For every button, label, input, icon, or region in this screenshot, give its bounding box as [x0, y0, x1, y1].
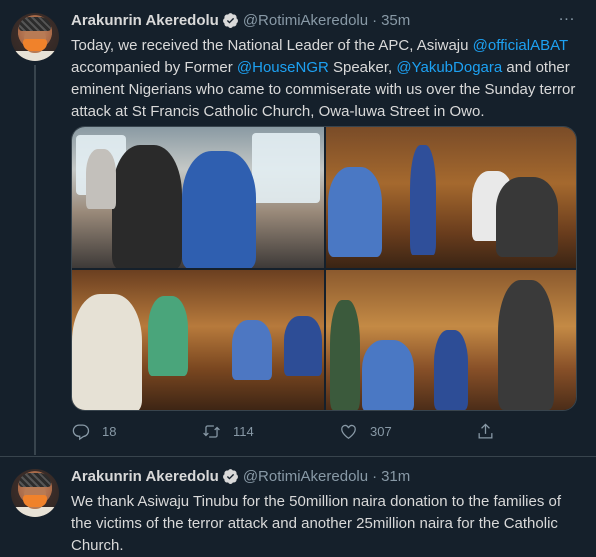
retweet-button[interactable]: 114: [202, 422, 254, 441]
share-icon: [478, 423, 493, 439]
tweet-actions: 18 114 307: [71, 422, 493, 442]
like-count: 307: [370, 424, 392, 439]
avatar[interactable]: [11, 13, 59, 61]
text-segment: Today, we received the National Leader o…: [71, 37, 473, 54]
author-handle[interactable]: @RotimiAkeredolu: [243, 468, 368, 485]
text-segment: Speaker,: [328, 59, 397, 76]
photo[interactable]: [72, 127, 324, 268]
reply-button[interactable]: 18: [71, 422, 116, 441]
timestamp[interactable]: 35m: [381, 12, 410, 29]
reply-count: 18: [102, 424, 117, 439]
text-segment: accompanied by Former: [71, 59, 237, 76]
thread-line: [34, 65, 36, 455]
photo[interactable]: [326, 270, 576, 410]
photo[interactable]: [72, 270, 324, 410]
photo-grid: [71, 126, 577, 411]
author-name[interactable]: Arakunrin Akeredolu: [71, 468, 219, 485]
more-icon[interactable]: ...: [557, 8, 577, 30]
verified-badge-icon: [222, 13, 238, 28]
timestamp[interactable]: 31m: [381, 468, 410, 485]
separator-dot: ·: [372, 12, 378, 29]
photo[interactable]: [326, 127, 576, 268]
like-button[interactable]: 307: [339, 422, 392, 441]
tweet[interactable]: Arakunrin Akeredolu @RotimiAkeredolu · 3…: [0, 0, 596, 456]
author-handle[interactable]: @RotimiAkeredolu: [243, 12, 368, 29]
tweet-header: Arakunrin Akeredolu @RotimiAkeredolu · 3…: [71, 12, 410, 29]
retweet-icon: [203, 425, 220, 438]
reply-icon: [72, 424, 90, 441]
tweet[interactable]: Arakunrin Akeredolu @RotimiAkeredolu · 3…: [0, 456, 596, 557]
separator-dot: ·: [372, 468, 378, 485]
tweet-text: Today, we received the National Leader o…: [71, 35, 586, 123]
tweet-header: Arakunrin Akeredolu @RotimiAkeredolu · 3…: [71, 468, 410, 485]
like-icon: [341, 424, 356, 439]
tweet-text: We thank Asiwaju Tinubu for the 50millio…: [71, 493, 562, 554]
mention-link[interactable]: @YakubDogara: [396, 59, 502, 76]
avatar[interactable]: [11, 469, 59, 517]
share-button[interactable]: [476, 422, 507, 441]
verified-badge-icon: [222, 469, 238, 484]
mention-link[interactable]: @HouseNGR: [237, 59, 329, 76]
retweet-count: 114: [233, 424, 254, 439]
author-name[interactable]: Arakunrin Akeredolu: [71, 12, 219, 29]
mention-link[interactable]: @officialABAT: [473, 37, 568, 54]
